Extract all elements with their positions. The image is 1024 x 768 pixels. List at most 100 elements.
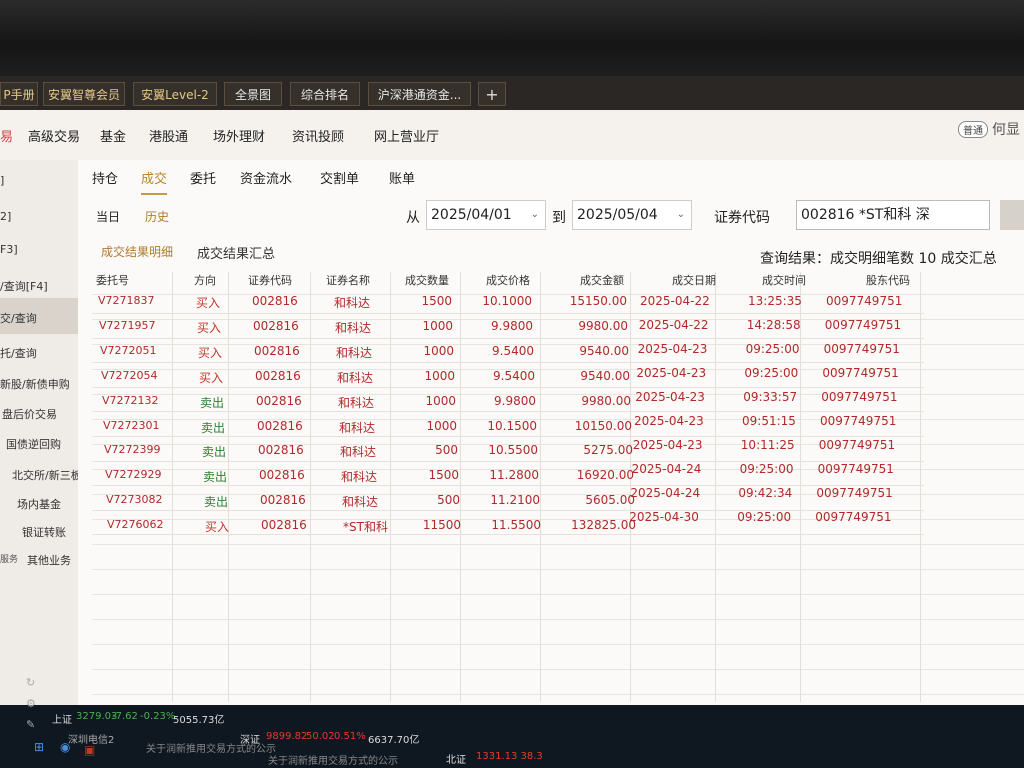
cell-holder: 0097749751: [818, 438, 896, 452]
cell-qty: 1000: [424, 368, 455, 383]
tab-ranking[interactable]: 综合排名: [290, 82, 360, 106]
chevron-down-icon[interactable]: ⌄: [531, 201, 539, 229]
filter-today[interactable]: 当日: [96, 208, 120, 225]
tab-vip-member[interactable]: 安翼智尊会员: [43, 82, 125, 106]
sidebar-item-etf[interactable]: 场内基金: [17, 496, 61, 512]
cell-order: V7276062: [107, 518, 164, 532]
cell-dir: 卖出: [202, 445, 227, 460]
cell-time: 09:25:00: [739, 462, 794, 476]
tab-positions[interactable]: 持仓: [92, 168, 118, 187]
cell-dir: 卖出: [200, 395, 225, 410]
cell-time: 13:25:35: [748, 294, 802, 308]
add-tab-button[interactable]: +: [478, 82, 506, 106]
sidebar-item-order-query[interactable]: 托/查询: [0, 345, 37, 361]
sidebar-item-bank-transfer[interactable]: 银证转账: [22, 524, 66, 540]
cell-name: 和科达: [341, 470, 378, 485]
sidebar-item-deal-query[interactable]: 交/查询: [0, 310, 37, 326]
cell-code: 002816: [255, 368, 301, 383]
tab-settlement[interactable]: 交割单: [320, 168, 359, 187]
to-date-picker[interactable]: 2025/05/04 ⌄: [572, 200, 692, 230]
sidebar-item-query[interactable]: /查询[F4]: [0, 278, 48, 294]
column-header-amount[interactable]: 成交金额: [580, 272, 624, 288]
row-divider: [92, 386, 924, 388]
cell-code: 002816: [252, 294, 298, 308]
tab-connect-funds[interactable]: 沪深港通资金...: [368, 82, 471, 106]
tab-deals[interactable]: 成交: [141, 168, 168, 195]
column-header-time[interactable]: 成交时间: [762, 272, 806, 288]
column-header-price[interactable]: 成交价格: [486, 272, 530, 288]
cell-code: 002816: [258, 443, 304, 458]
query-button[interactable]: [1000, 200, 1024, 230]
cell-dir: 卖出: [203, 470, 228, 485]
cell-amount: 9980.00: [581, 393, 631, 408]
cell-code: 002816: [257, 418, 303, 433]
chevron-down-icon[interactable]: ⌄: [677, 201, 685, 229]
bz-index-label: 北证: [446, 755, 466, 766]
tab-deal-detail[interactable]: 成交结果明细: [101, 243, 173, 260]
column-header-name[interactable]: 证券名称: [326, 272, 370, 288]
menu-hk-connect[interactable]: 港股通: [149, 126, 188, 145]
filter-history[interactable]: 历史: [145, 208, 169, 225]
from-date-picker[interactable]: 2025/04/01 ⌄: [426, 200, 546, 230]
menu-online-hall[interactable]: 网上营业厅: [374, 126, 439, 145]
column-header-date[interactable]: 成交日期: [672, 272, 716, 288]
windows-start-icon[interactable]: ⊞: [34, 740, 44, 754]
tab-manual[interactable]: P手册: [0, 82, 38, 106]
security-code-label: 证券代码: [714, 210, 770, 226]
notice-text-2[interactable]: 关于润新推用交易方式的公示: [268, 752, 398, 767]
menu-fund[interactable]: 基金: [100, 126, 126, 145]
sidebar-item-2[interactable]: 2]: [0, 210, 11, 223]
tab-fund-flow[interactable]: 资金流水: [240, 168, 292, 187]
cell-amount: 9540.00: [579, 343, 629, 358]
row-divider: [92, 411, 924, 413]
cell-date: 2025-04-23: [637, 342, 708, 356]
row-divider: [92, 436, 924, 437]
column-header-direction[interactable]: 方向: [194, 272, 216, 288]
sidebar-service-label[interactable]: 服务: [0, 552, 18, 565]
refresh-icon[interactable]: ↻: [26, 676, 35, 689]
sidebar-item-other[interactable]: 其他业务: [27, 552, 71, 568]
edit-icon[interactable]: ✎: [26, 718, 35, 731]
account-type-badge: 普通: [958, 121, 988, 138]
tab-level2[interactable]: 安翼Level-2: [133, 82, 217, 106]
cell-name: 和科达: [340, 445, 377, 460]
user-name[interactable]: 何显: [992, 119, 1020, 139]
menu-advanced-trade[interactable]: 高级交易: [28, 126, 80, 145]
tab-deal-summary[interactable]: 成交结果汇总: [197, 243, 275, 262]
tab-orders[interactable]: 委托: [190, 168, 216, 187]
notice-text[interactable]: 关于润新推用交易方式的公示: [146, 740, 276, 755]
cell-time: 09:51:15: [742, 414, 796, 428]
cell-qty: 1500: [428, 468, 459, 483]
cell-name: 和科达: [334, 296, 371, 310]
cell-dir: 买入: [197, 320, 222, 335]
sidebar-item-3[interactable]: F3]: [0, 243, 18, 256]
cell-order: V7272132: [102, 393, 159, 407]
cell-date: 2025-04-22: [638, 318, 709, 332]
cell-time: 09:33:57: [743, 390, 798, 404]
sidebar-item-1[interactable]: ]: [0, 174, 4, 187]
sidebar-item-ipo[interactable]: 新股/新债申购: [0, 376, 70, 392]
to-label: 到: [552, 210, 566, 226]
cell-code: 002816: [254, 343, 300, 358]
sidebar-item-bse[interactable]: 北交所/新三板: [12, 467, 82, 483]
cell-amount: 5275.00: [583, 443, 633, 458]
cell-amount: 15150.00: [569, 294, 627, 308]
sidebar-item-after-hours[interactable]: 盘后价交易: [2, 406, 57, 422]
to-date-value: 2025/05/04: [577, 207, 658, 223]
column-header-order-no[interactable]: 委托号: [96, 272, 129, 288]
menu-otc-finance[interactable]: 场外理财: [213, 126, 265, 145]
menu-info-advisory[interactable]: 资讯投顾: [292, 126, 344, 145]
column-header-code[interactable]: 证券代码: [248, 272, 292, 288]
settings-icon[interactable]: ⚙: [26, 697, 36, 710]
cell-dir: 买入: [205, 520, 230, 535]
tab-panorama[interactable]: 全景图: [224, 82, 282, 106]
cell-price: 9.9800: [494, 393, 536, 408]
tab-statement[interactable]: 账单: [389, 168, 415, 187]
cell-amount: 16920.00: [576, 468, 634, 483]
column-header-quantity[interactable]: 成交数量: [405, 272, 449, 288]
security-code-input[interactable]: 002816 *ST和科 深: [796, 200, 990, 230]
sidebar-item-repo[interactable]: 国债逆回购: [6, 436, 61, 452]
column-header-holder[interactable]: 股东代码: [866, 272, 910, 288]
cell-date: 2025-04-23: [632, 438, 703, 452]
menu-trade[interactable]: 易: [0, 126, 13, 145]
